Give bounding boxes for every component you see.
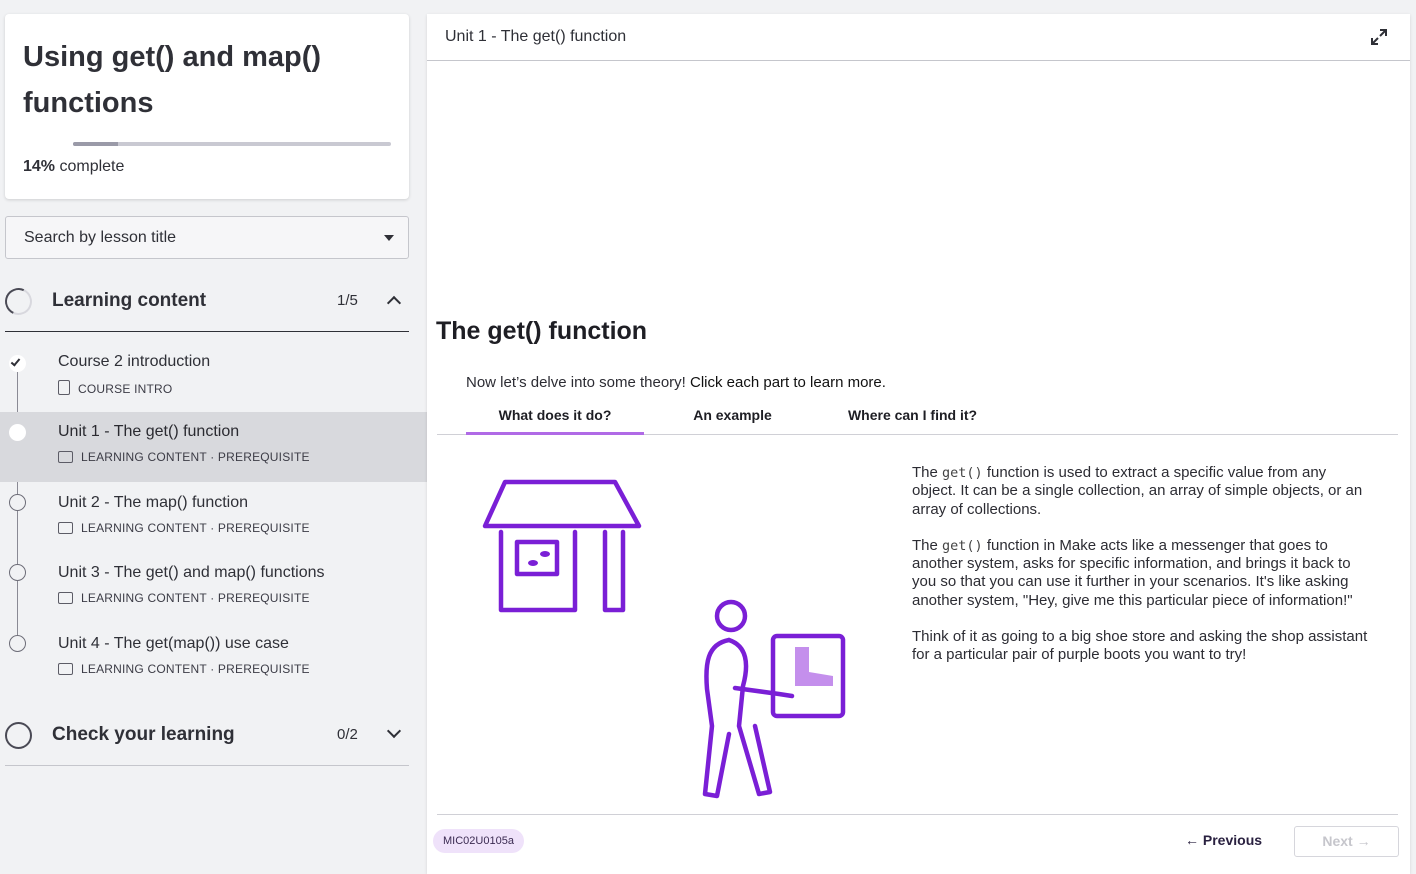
description-paragraph: The get() function in Make acts like a m…	[912, 537, 1372, 610]
sidebar: Using get() and map() functions 14% comp…	[0, 0, 427, 874]
course-card: Using get() and map() functions 14% comp…	[5, 14, 409, 199]
lesson-header-title: Unit 1 - The get() function	[445, 28, 627, 45]
lesson-title: Course 2 introduction	[58, 353, 211, 370]
section-learning-content[interactable]: Learning content 1/5	[1, 277, 409, 332]
lesson-meta: LEARNING CONTENT · PREREQUISITE	[58, 662, 310, 676]
current-status-dot	[9, 424, 26, 441]
previous-button[interactable]: ← Previous	[1185, 832, 1262, 848]
lesson-item-unit-3[interactable]: Unit 3 - The get() and map() functions L…	[0, 553, 427, 623]
lesson-description: The get() function is used to extract a …	[912, 464, 1372, 683]
text: Think of it as going to a big shoe store…	[912, 628, 1368, 664]
completed-status	[9, 355, 26, 372]
progress-ring-icon	[5, 722, 32, 749]
lesson-meta: LEARNING CONTENT · PREREQUISITE	[58, 450, 310, 464]
search-placeholder: Search by lesson title	[24, 229, 177, 246]
description-paragraph: The get() function is used to extract a …	[912, 464, 1372, 519]
lesson-title: Unit 2 - The map() function	[58, 494, 249, 511]
lesson-meta: LEARNING CONTENT · PREREQUISITE	[58, 521, 310, 535]
lesson-item-unit-1[interactable]: Unit 1 - The get() function LEARNING CON…	[0, 412, 427, 482]
screen-icon	[58, 592, 73, 604]
section-title: Learning content	[52, 290, 207, 311]
lesson-item-unit-4[interactable]: Unit 4 - The get(map()) use case LEARNIN…	[0, 624, 427, 694]
lesson-panel: Unit 1 - The get() function The get() fu…	[427, 14, 1410, 874]
lesson-heading: The get() function	[436, 317, 648, 345]
progress-ring-icon	[1, 284, 36, 319]
progress-value: 14%	[23, 158, 56, 175]
tab-where-can-i-find-it[interactable]: Where can I find it?	[835, 407, 990, 435]
lesson-intro: Now let’s delve into some theory! Click …	[466, 374, 886, 391]
lesson-meta-text: LEARNING CONTENT · PREREQUISITE	[81, 450, 310, 464]
expand-icon[interactable]	[1370, 28, 1388, 46]
screen-icon	[58, 663, 73, 675]
content-tabs: What does it do? An example Where can I …	[437, 407, 1398, 435]
inline-code: get()	[942, 537, 983, 554]
text: The	[912, 464, 943, 481]
shoe-store-illustration	[482, 479, 846, 799]
lesson-meta: LEARNING CONTENT · PREREQUISITE	[58, 591, 310, 605]
screen-icon	[58, 522, 73, 534]
lesson-title: Unit 3 - The get() and map() functions	[58, 564, 325, 581]
lesson-meta-text: COURSE INTRO	[78, 382, 173, 396]
lesson-title: Unit 1 - The get() function	[58, 423, 240, 440]
section-check-your-learning[interactable]: Check your learning 0/2	[5, 711, 409, 766]
next-button[interactable]: Next →	[1294, 826, 1399, 857]
footer-divider	[437, 814, 1398, 815]
todo-status-dot	[9, 635, 26, 652]
footprint-icon	[528, 560, 538, 566]
section-count: 1/5	[337, 292, 358, 309]
lesson-meta-text: LEARNING CONTENT · PREREQUISITE	[81, 521, 310, 535]
search-lesson-dropdown[interactable]: Search by lesson title	[5, 216, 409, 259]
intro-emphasis: Click each part to learn more.	[690, 374, 886, 391]
tab-an-example[interactable]: An example	[655, 407, 810, 435]
progress-suffix: complete	[55, 158, 125, 175]
progress-bar	[73, 142, 391, 146]
text: The	[912, 536, 943, 554]
chevron-up-icon[interactable]	[386, 295, 402, 311]
lesson-code-badge: MIC02U0105a	[433, 829, 524, 853]
section-title: Check your learning	[52, 724, 235, 745]
description-paragraph: Think of it as going to a big shoe store…	[912, 628, 1372, 665]
lesson-header: Unit 1 - The get() function	[427, 14, 1410, 61]
check-icon	[10, 356, 21, 367]
inline-code: get()	[942, 465, 983, 481]
tab-what-does-it-do[interactable]: What does it do?	[466, 407, 644, 435]
lesson-item-course-intro[interactable]: Course 2 introduction COURSE INTRO	[0, 342, 427, 412]
caret-down-icon	[384, 235, 394, 241]
lesson-item-unit-2[interactable]: Unit 2 - The map() function LEARNING CON…	[0, 483, 427, 553]
lesson-title: Unit 4 - The get(map()) use case	[58, 635, 289, 652]
course-title: Using get() and map() functions	[23, 41, 322, 119]
boot-icon	[795, 647, 833, 686]
todo-status-dot	[9, 564, 26, 581]
intro-text: Now let’s delve into some theory!	[466, 374, 690, 391]
section-count: 0/2	[337, 726, 358, 743]
progress-label: 14% complete	[23, 158, 124, 176]
document-icon	[58, 380, 70, 395]
chevron-down-icon[interactable]	[386, 723, 402, 739]
screen-icon	[58, 451, 73, 463]
footprint-icon	[540, 551, 550, 557]
progress-bar-fill	[73, 142, 118, 146]
lesson-meta: COURSE INTRO	[58, 380, 172, 396]
lesson-meta-text: LEARNING CONTENT · PREREQUISITE	[81, 662, 310, 676]
todo-status-dot	[9, 494, 26, 511]
lesson-meta-text: LEARNING CONTENT · PREREQUISITE	[81, 591, 310, 605]
